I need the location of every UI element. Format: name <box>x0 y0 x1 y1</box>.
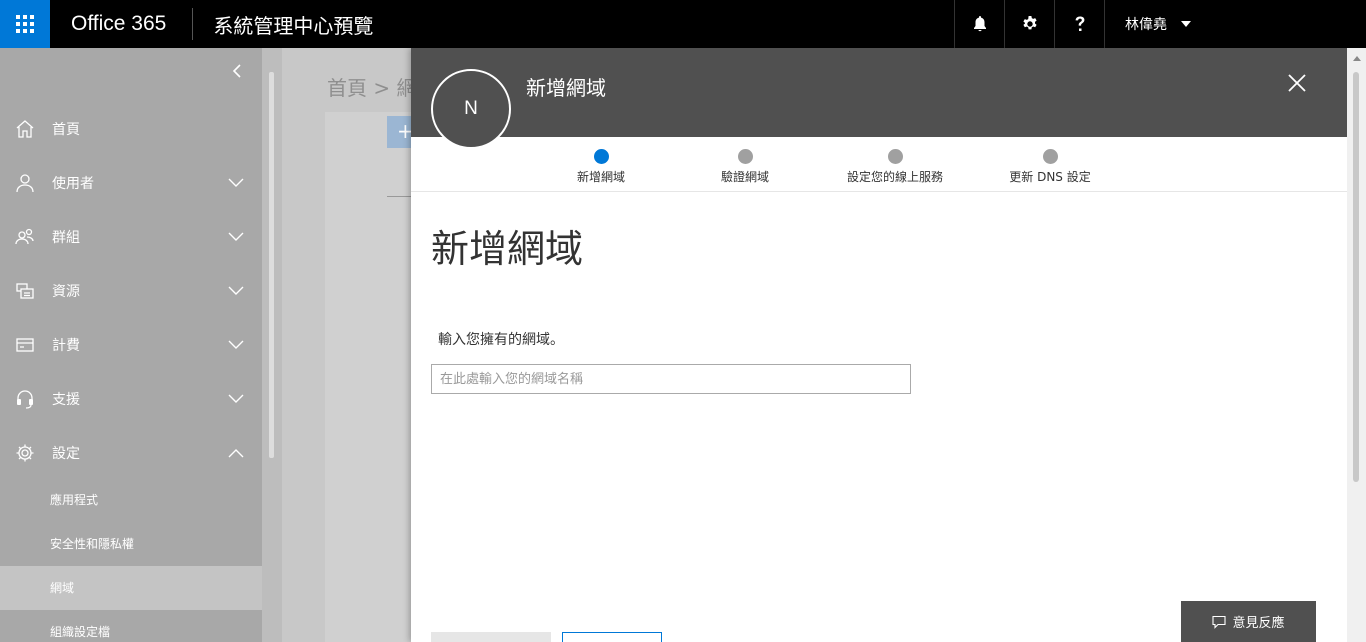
page-title: 新增網域 <box>431 227 584 271</box>
user-name: 林偉堯 <box>1125 17 1167 33</box>
app-title: 系統管理中心預覽 <box>213 13 374 38</box>
step-label: 新增網域 <box>576 170 625 184</box>
step-verify-domain: 驗證網域 <box>705 149 785 185</box>
headset-icon <box>0 389 50 409</box>
notifications-bell-icon[interactable] <box>954 0 1004 48</box>
nav-label: 設定 <box>52 446 80 462</box>
home-icon <box>0 119 50 139</box>
wizard-steps: 新增網域 驗證網域 設定您的線上服務 更新 DNS 設定 <box>411 137 1347 192</box>
scroll-up-arrow-icon[interactable] <box>1353 56 1361 61</box>
nav-label: 首頁 <box>52 122 80 138</box>
gear-icon <box>0 443 50 463</box>
step-label: 更新 DNS 設定 <box>1009 170 1091 184</box>
chevron-down-icon <box>228 340 244 349</box>
nav-label: 資源 <box>52 284 80 300</box>
nav-item-home[interactable]: 首頁 <box>0 102 262 156</box>
step-dot <box>737 149 753 164</box>
breadcrumb: 首頁 > 網域 <box>327 76 411 100</box>
group-icon <box>0 227 50 247</box>
next-button[interactable] <box>431 632 551 642</box>
step-label: 驗證網域 <box>720 170 769 184</box>
settings-gear-icon[interactable] <box>1004 0 1054 48</box>
resources-icon <box>0 281 50 301</box>
divider <box>387 196 411 197</box>
nav-item-support[interactable]: 支援 <box>0 372 262 426</box>
app-launcher-waffle-icon[interactable] <box>0 0 50 48</box>
chevron-down-icon <box>228 394 244 403</box>
main-scrollbar[interactable] <box>269 72 274 458</box>
sub-item-org-profile[interactable]: 組織設定檔 <box>0 610 262 642</box>
billing-icon <box>0 335 50 355</box>
step-dot-active <box>593 149 609 164</box>
step-label: 設定您的線上服務 <box>846 170 943 184</box>
top-bar: Office 365 系統管理中心預覽 林偉堯 <box>0 0 1366 48</box>
domain-prompt: 輸入您擁有的網域。 <box>438 332 564 348</box>
chevron-down-icon <box>228 232 244 241</box>
sub-item-apps[interactable]: 應用程式 <box>0 478 262 522</box>
office-365-brand[interactable]: Office 365 <box>50 0 192 48</box>
nav-label: 支援 <box>52 392 80 408</box>
nav-item-users[interactable]: 使用者 <box>0 156 262 210</box>
nav-label: 計費 <box>52 338 80 354</box>
add-domain-button-bg: + <box>387 116 414 148</box>
left-nav: 首頁 使用者 群組 資源 計費 支援 設定 應用程式 安全性和隱私權 網域 組織… <box>0 48 262 642</box>
help-question-icon[interactable] <box>1054 0 1104 48</box>
step-dot <box>1042 149 1058 164</box>
feedback-button[interactable]: 意見反應 <box>1181 601 1316 642</box>
close-icon[interactable] <box>1288 74 1306 92</box>
chevron-down-icon <box>228 178 244 187</box>
sub-item-domains[interactable]: 網域 <box>0 566 262 610</box>
collapse-nav-chevron-left-icon[interactable] <box>230 64 244 78</box>
content-card-bg <box>325 112 415 642</box>
nav-item-resources[interactable]: 資源 <box>0 264 262 318</box>
domain-name-input[interactable] <box>431 364 911 394</box>
step-update-dns: 更新 DNS 設定 <box>995 149 1105 185</box>
add-domain-panel: N 新增網域 新增網域 驗證網域 設定您的線上服務 更新 DNS 設定 新增網域… <box>411 48 1366 642</box>
comment-icon <box>1212 615 1227 629</box>
nav-label: 群組 <box>52 230 80 246</box>
panel-header-title: 新增網域 <box>526 76 606 100</box>
feedback-label: 意見反應 <box>1232 616 1285 631</box>
sub-item-security-privacy[interactable]: 安全性和隱私權 <box>0 522 262 566</box>
nav-label: 使用者 <box>52 176 94 192</box>
cancel-button[interactable] <box>562 632 662 642</box>
user-icon <box>0 173 50 193</box>
nav-item-billing[interactable]: 計費 <box>0 318 262 372</box>
step-add-domain: 新增網域 <box>561 149 641 185</box>
step-setup-services: 設定您的線上服務 <box>835 149 955 185</box>
nav-item-settings[interactable]: 設定 <box>0 426 262 480</box>
chevron-down-icon <box>228 286 244 295</box>
nav-item-groups[interactable]: 群組 <box>0 210 262 264</box>
panel-scroll-thumb[interactable] <box>1353 72 1359 482</box>
step-dot <box>887 149 903 164</box>
chevron-up-icon <box>228 449 244 458</box>
user-menu[interactable]: 林偉堯 <box>1104 0 1366 48</box>
chevron-down-icon <box>1181 21 1191 27</box>
